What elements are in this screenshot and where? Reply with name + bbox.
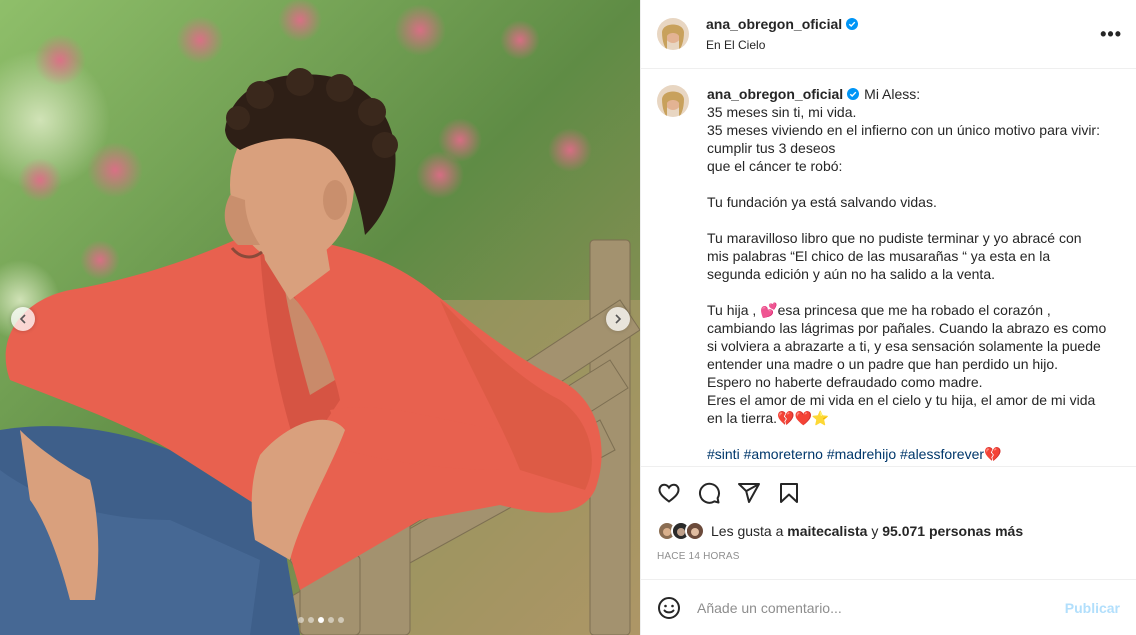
action-icons-row	[657, 467, 1120, 519]
post: ana_obregon_oficial En El Cielo ••• ana_…	[0, 0, 1136, 635]
paper-plane-icon	[738, 483, 760, 503]
caption-username-link[interactable]: ana_obregon_oficial	[707, 85, 860, 103]
comment-button[interactable]	[697, 481, 721, 505]
more-options-button[interactable]: •••	[1100, 24, 1122, 45]
comments-area[interactable]: ana_obregon_oficial Mi Aless: 35 meses s…	[641, 69, 1136, 466]
emoji-button[interactable]	[657, 596, 681, 620]
caption-avatar[interactable]	[657, 85, 689, 117]
smiley-icon	[658, 596, 680, 619]
location-link[interactable]: En El Cielo	[706, 38, 1100, 52]
previous-photo-button[interactable]	[11, 307, 35, 331]
profile-picture	[657, 85, 689, 117]
verified-badge-icon	[846, 18, 859, 30]
likes-summary: Les gusta a maitecalista y 95.071 person…	[657, 519, 1120, 543]
caption-line: 35 meses sin ti, mi vida.	[707, 104, 857, 120]
verified-badge-icon	[847, 88, 860, 100]
carousel-dot	[318, 617, 324, 623]
carousel-dot	[308, 617, 314, 623]
likes-prefix: Les gusta a	[711, 523, 788, 539]
username-text: ana_obregon_oficial	[706, 16, 843, 32]
header-info: ana_obregon_oficial En El Cielo	[706, 16, 1100, 52]
carousel-dot	[338, 617, 344, 623]
likes-text: Les gusta a maitecalista y 95.071 person…	[711, 523, 1023, 539]
caption-line: Tu hija , 💕esa princesa que me ha robado…	[707, 302, 1107, 372]
caption-username-text: ana_obregon_oficial	[707, 86, 844, 102]
caption-line: Mi Aless:	[864, 86, 921, 102]
post-timestamp[interactable]: HACE 14 HORAS	[657, 551, 1120, 567]
add-comment-bar: Publicar	[641, 579, 1136, 635]
photo-scene	[0, 0, 640, 635]
caption-line: 35 meses viviendo en el infierno con un …	[707, 122, 1100, 156]
share-button[interactable]	[737, 481, 761, 505]
like-button[interactable]	[657, 481, 681, 505]
post-sidebar: ana_obregon_oficial En El Cielo ••• ana_…	[640, 0, 1136, 635]
post-header: ana_obregon_oficial En El Cielo •••	[641, 0, 1136, 69]
bookmark-icon	[780, 483, 798, 503]
caption: ana_obregon_oficial Mi Aless: 35 meses s…	[657, 85, 1120, 463]
caption-line: que el cáncer te robó:	[707, 158, 843, 174]
comment-input[interactable]	[697, 599, 1065, 616]
caption-line: Eres el amor de mi vida en el cielo y tu…	[707, 392, 1096, 426]
caption-line: Espero no haberte defraudado como madre.	[707, 374, 983, 390]
carousel-dot	[328, 617, 334, 623]
username-link[interactable]: ana_obregon_oficial	[706, 16, 859, 32]
likes-middle: y	[867, 523, 883, 539]
post-actions: Les gusta a maitecalista y 95.071 person…	[641, 466, 1136, 567]
profile-picture	[657, 18, 689, 50]
next-photo-button[interactable]	[606, 307, 630, 331]
chevron-left-icon	[19, 314, 26, 324]
liker-username-link[interactable]: maitecalista	[787, 523, 867, 539]
hashtags-links[interactable]: #sinti #amoreterno #madrehijo #alessfore…	[707, 445, 1107, 463]
post-photo[interactable]	[0, 0, 640, 635]
comment-bubble-icon	[698, 482, 720, 504]
liker-avatar[interactable]	[685, 521, 705, 541]
carousel-dots	[298, 617, 344, 623]
likes-count-link[interactable]: 95.071 personas más	[882, 523, 1023, 539]
caption-text: ana_obregon_oficial Mi Aless: 35 meses s…	[707, 85, 1107, 463]
caption-line: Tu maravilloso libro que no pudiste term…	[707, 230, 1082, 282]
chevron-right-icon	[615, 314, 622, 324]
caption-line: Tu fundación ya está salvando vidas.	[707, 194, 937, 210]
publish-button[interactable]: Publicar	[1065, 600, 1120, 616]
save-button[interactable]	[777, 481, 801, 505]
avatar[interactable]	[657, 18, 689, 50]
heart-icon	[658, 483, 680, 503]
carousel-dot	[298, 617, 304, 623]
